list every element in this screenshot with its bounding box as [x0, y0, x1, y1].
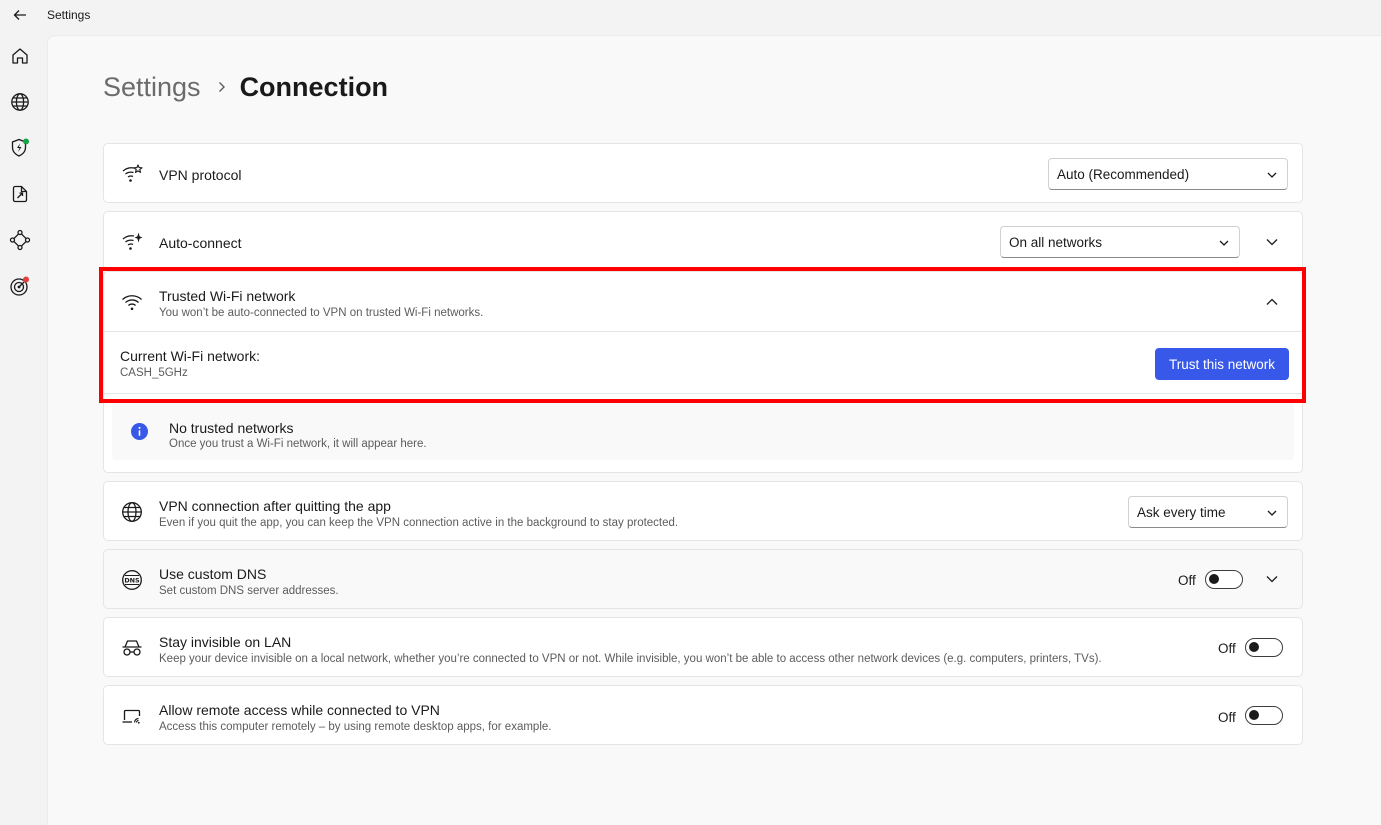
select-value: Ask every time [1137, 504, 1226, 520]
chevron-down-icon [1266, 576, 1278, 583]
row-title: Allow remote access while connected to V… [159, 702, 440, 718]
trust-network-button[interactable]: Trust this network [1155, 348, 1289, 380]
home-icon [12, 48, 28, 64]
remote-desktop-icon [121, 705, 143, 727]
row-invisible-lan: Stay invisible on LAN Keep your device i… [103, 617, 1303, 677]
incognito-icon [121, 637, 143, 659]
dns-icon: DNS [121, 569, 143, 591]
row-after-quit: VPN connection after quitting the app Ev… [103, 481, 1303, 541]
toggle-state-label: Off [1218, 710, 1236, 725]
select-value: On all networks [1009, 234, 1103, 250]
toggle-state-label: Off [1218, 641, 1236, 656]
row-title: Auto-connect [159, 235, 242, 251]
row-subtitle: Set custom DNS server addresses. [159, 585, 339, 597]
breadcrumb-root[interactable]: Settings [103, 72, 201, 103]
toggle-knob [1249, 710, 1259, 720]
window-title: Settings [47, 8, 91, 22]
chevron-right-icon [217, 81, 226, 93]
nav-home[interactable] [9, 45, 31, 67]
nav-meshnet[interactable] [9, 229, 31, 251]
row-vpn-protocol: VPN protocol Auto (Recommended) [103, 143, 1303, 203]
current-network-name: CASH_5GHz [120, 367, 188, 379]
empty-state: No trusted networks Once you trust a Wi-… [112, 400, 1294, 460]
back-button[interactable] [11, 6, 29, 24]
page-title: Connection [239, 71, 389, 102]
after-quit-select[interactable]: Ask every time [1128, 496, 1288, 528]
row-trusted-wifi: Trusted Wi-Fi network You won’t be auto-… [103, 271, 1303, 332]
wifi-icon [121, 291, 143, 313]
breadcrumb: Settings Connection [103, 70, 388, 104]
vpn-protocol-select[interactable]: Auto (Recommended) [1048, 158, 1288, 190]
info-icon [130, 422, 148, 440]
row-subtitle: You won’t be auto-connected to VPN on tr… [159, 307, 484, 319]
title-bar: Settings [0, 0, 1381, 30]
arrow-left-icon [13, 10, 26, 20]
toggle-state-label: Off [1178, 573, 1196, 588]
custom-dns-expand-button[interactable] [1262, 569, 1282, 589]
svg-text:DNS: DNS [124, 576, 140, 584]
empty-state-subtitle: Once you trust a Wi-Fi network, it will … [169, 438, 427, 450]
row-subtitle: Even if you quit the app, you can keep t… [159, 517, 679, 529]
file-export-icon [12, 185, 28, 203]
nav-threat-protection[interactable] [9, 137, 31, 159]
current-network-label: Current Wi-Fi network: [120, 348, 261, 364]
chevron-down-icon [1267, 510, 1277, 516]
globe-icon [11, 93, 29, 111]
row-title: Stay invisible on LAN [159, 634, 292, 650]
row-title: VPN connection after quitting the app [159, 498, 391, 514]
trusted-wifi-collapse-button[interactable] [1262, 292, 1282, 312]
wifi-sparkle-icon [121, 231, 143, 253]
row-title: Trusted Wi-Fi network [159, 288, 296, 304]
remote-access-toggle[interactable] [1245, 706, 1283, 725]
row-title: VPN protocol [159, 167, 242, 183]
row-remote-access: Allow remote access while connected to V… [103, 685, 1303, 745]
wifi-star-icon [121, 163, 143, 185]
nav-globe[interactable] [9, 91, 31, 113]
empty-state-title: No trusted networks [169, 420, 294, 436]
row-custom-dns: DNS Use custom DNS Set custom DNS server… [103, 549, 1303, 609]
row-subtitle: Keep your device invisible on a local ne… [159, 653, 1102, 665]
row-title: Use custom DNS [159, 566, 267, 582]
row-subtitle: Access this computer remotely – by using… [159, 721, 552, 733]
nav-dark-web-monitor[interactable] [9, 275, 31, 297]
current-network-panel: Current Wi-Fi network: CASH_5GHz Trust t… [103, 331, 1303, 394]
trusted-networks-list: No trusted networks Once you trust a Wi-… [103, 393, 1303, 473]
chevron-up-icon [1266, 298, 1278, 305]
globe-icon [121, 501, 143, 523]
toggle-knob [1249, 642, 1259, 652]
mesh-network-icon [9, 229, 31, 251]
auto-connect-select[interactable]: On all networks [1000, 226, 1240, 258]
custom-dns-toggle[interactable] [1205, 570, 1243, 589]
target-icon [10, 276, 29, 296]
chevron-down-icon [1266, 239, 1278, 246]
select-value: Auto (Recommended) [1057, 166, 1190, 182]
invisible-lan-toggle[interactable] [1245, 638, 1283, 657]
shield-bolt-icon [11, 138, 29, 157]
chevron-down-icon [1219, 240, 1229, 246]
nav-split-tunneling[interactable] [9, 183, 31, 205]
toggle-knob [1209, 574, 1219, 584]
chevron-down-icon [1267, 172, 1277, 178]
auto-connect-expand-button[interactable] [1262, 232, 1282, 252]
row-auto-connect: Auto-connect On all networks [103, 211, 1303, 271]
